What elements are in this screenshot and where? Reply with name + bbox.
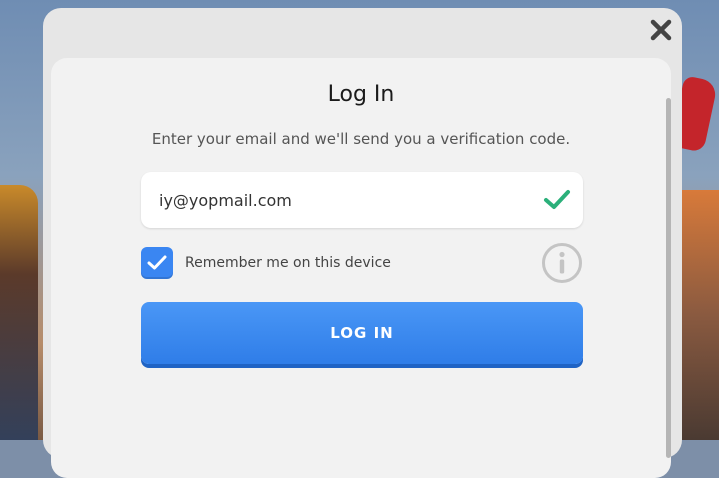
checkmark-icon <box>544 190 570 209</box>
modal-content: Log In Enter your email and we'll send y… <box>51 58 671 478</box>
modal-scrollbar[interactable] <box>666 98 671 458</box>
background-character-right <box>679 190 719 440</box>
close-icon <box>650 19 672 41</box>
email-field[interactable] <box>141 172 583 228</box>
checkbox-check-icon <box>147 255 167 270</box>
close-button[interactable] <box>647 16 675 44</box>
background-character-left <box>0 185 38 440</box>
login-modal: Log In Enter your email and we'll send y… <box>43 8 682 478</box>
remember-me-checkbox[interactable] <box>141 247 173 279</box>
remember-me-label: Remember me on this device <box>185 255 391 271</box>
info-button[interactable] <box>541 242 583 284</box>
remember-me-row: Remember me on this device <box>141 247 391 279</box>
email-input[interactable] <box>159 172 519 228</box>
login-button[interactable]: LOG IN <box>141 302 583 364</box>
info-icon <box>542 243 582 283</box>
modal-subtitle: Enter your email and we'll send you a ve… <box>151 130 571 148</box>
modal-title: Log In <box>327 82 395 107</box>
